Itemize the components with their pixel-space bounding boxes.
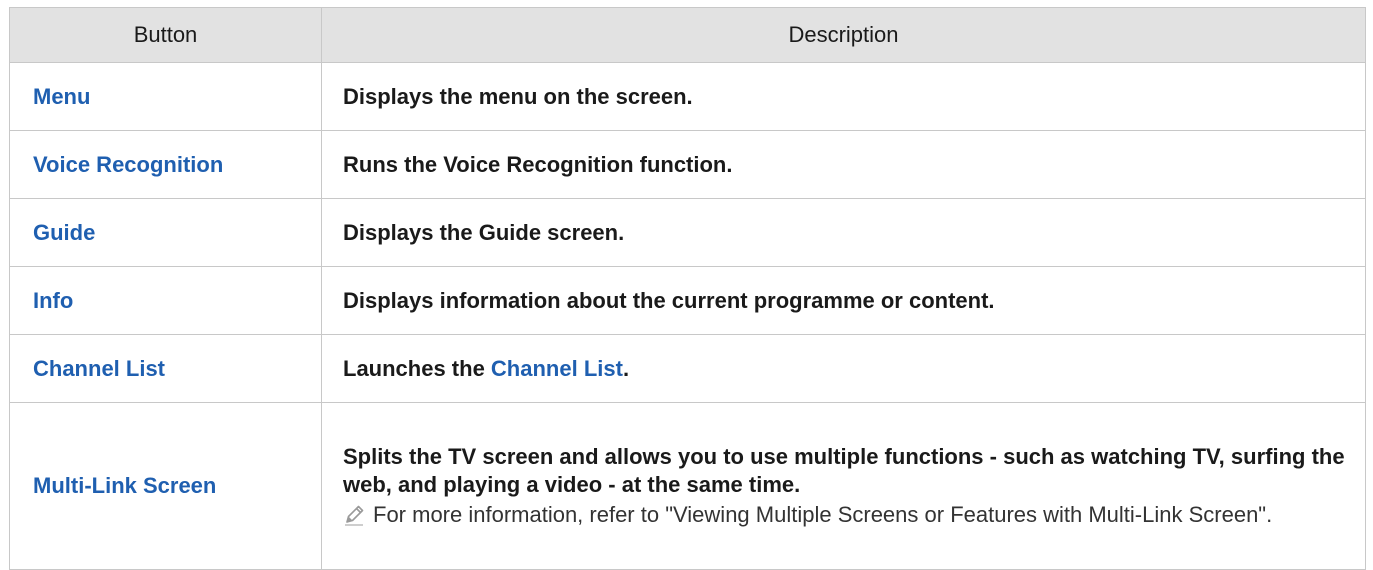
table-row: Multi-Link Screen Splits the TV screen a… — [9, 402, 1366, 570]
header-description: Description — [321, 7, 1366, 63]
button-name-multi-link-screen: Multi-Link Screen — [9, 402, 322, 570]
button-description: Launches the Channel List. — [321, 334, 1366, 403]
description-suffix: . — [622, 355, 630, 381]
button-description: Displays the Guide screen. — [321, 198, 1366, 267]
button-description-table: Button Description Menu Displays the men… — [9, 7, 1366, 570]
button-description: Splits the TV screen and allows you to u… — [321, 402, 1366, 570]
note-text: For more information, refer to "Viewing … — [373, 502, 1273, 527]
description-text: Splits the TV screen and allows you to u… — [343, 444, 1345, 497]
note: For more information, refer to "Viewing … — [343, 501, 1345, 529]
button-name-menu: Menu — [9, 62, 322, 131]
button-description: Displays the menu on the screen. — [321, 62, 1366, 131]
button-name-channel-list: Channel List — [9, 334, 322, 403]
table-row: Channel List Launches the Channel List. — [9, 334, 1366, 403]
table-header-row: Button Description — [9, 7, 1366, 63]
button-description: Runs the Voice Recognition function. — [321, 130, 1366, 199]
table-row: Menu Displays the menu on the screen. — [9, 62, 1366, 131]
table-row: Guide Displays the Guide screen. — [9, 198, 1366, 267]
table-row: Voice Recognition Runs the Voice Recogni… — [9, 130, 1366, 199]
button-name-voice-recognition: Voice Recognition — [9, 130, 322, 199]
table-row: Info Displays information about the curr… — [9, 266, 1366, 335]
header-button: Button — [9, 7, 322, 63]
button-name-info: Info — [9, 266, 322, 335]
button-description: Displays information about the current p… — [321, 266, 1366, 335]
button-name-guide: Guide — [9, 198, 322, 267]
channel-list-link[interactable]: Channel List — [491, 356, 623, 381]
description-text: Launches the — [343, 355, 491, 381]
pencil-icon — [343, 503, 365, 527]
